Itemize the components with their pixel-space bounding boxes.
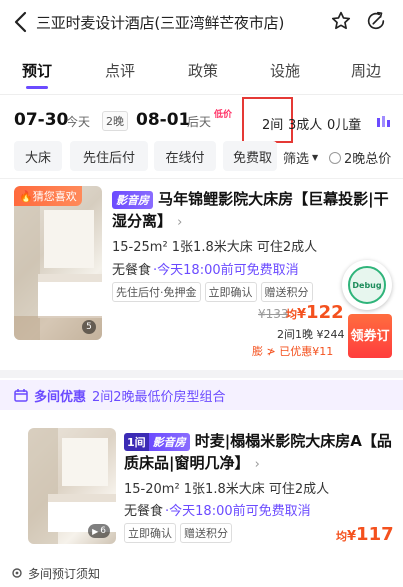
filter-chip-online-pay[interactable]: 在线付	[154, 141, 216, 171]
photo-count: 5	[82, 320, 96, 334]
divider	[0, 94, 403, 95]
photo-count: ▶ 6	[88, 524, 110, 538]
room2-meal: 无餐食	[124, 504, 164, 519]
room1-discount: 膨 ≯ 已优惠¥11	[252, 345, 334, 358]
room1-price: 均 ¥ 122	[286, 302, 344, 323]
room-photo-art	[14, 186, 102, 340]
tag: 立即确认	[124, 523, 176, 543]
checkout-date[interactable]: 08-01	[136, 110, 190, 130]
radio-icon	[329, 151, 341, 164]
price-prefix: 均	[286, 308, 297, 321]
chevron-right-icon: ›	[254, 457, 260, 472]
multi-booking-notice[interactable]: 多间预订须知	[10, 565, 100, 582]
room2-tags: 立即确认 赠送积分	[124, 523, 236, 543]
divider	[0, 178, 403, 179]
filter-label: 筛选	[283, 152, 310, 167]
low-price-tag: 低价	[214, 110, 233, 120]
debug-label: Debug	[348, 266, 386, 304]
room1-meal: 无餐食	[112, 263, 152, 278]
price-value: 122	[306, 302, 344, 323]
guess-like-label: 猜您喜欢	[32, 190, 77, 203]
adults-count[interactable]: 3成人	[288, 114, 322, 133]
filter-chip-bigbed[interactable]: 大床	[14, 141, 62, 171]
book-with-coupon-button[interactable]: 领券订	[348, 314, 392, 358]
room-type-badge: 影音房	[112, 191, 153, 209]
nights-badge: 2晚	[102, 111, 128, 131]
debug-float-button[interactable]: Debug	[342, 260, 392, 310]
room1-cancel-text: 今天18:00前可免费取消	[157, 263, 299, 278]
checkout-hint: 后天	[187, 115, 212, 129]
section-separator	[0, 370, 403, 378]
total-price-label: 2晚总价	[344, 152, 392, 167]
tab-reviews[interactable]: 点评	[105, 60, 135, 81]
hotel-title: 三亚时麦设计酒店(三亚湾鲜芒夜市店)	[36, 14, 285, 32]
room2-specs: 15-20m² 1张1.8米大床 可住2成人	[124, 482, 330, 497]
calendar-icon	[14, 389, 28, 402]
tab-bar: 预订 点评 政策 设施 周边	[0, 56, 403, 92]
share-icon[interactable]	[365, 10, 387, 32]
calendar-icon[interactable]	[376, 115, 390, 129]
room2-cancel-text: 今天18:00前可免费取消	[169, 504, 311, 519]
guess-like-badge: 🔥猜您喜欢	[14, 186, 82, 206]
caret-down-icon: ▼	[312, 153, 319, 162]
tag: 先住后付·免押金	[112, 282, 201, 302]
price-symbol: ¥	[347, 529, 357, 544]
room1-meal-cancel: 无餐食 ·今天18:00前可免费取消	[112, 259, 299, 278]
tag: 赠送积分	[180, 523, 232, 543]
price-value: 117	[356, 524, 394, 545]
room1-title[interactable]: 影音房 马年锦鲤影院大床房【巨幕投影|干湿分离】 ›	[112, 188, 394, 232]
children-count[interactable]: 0儿童	[327, 114, 361, 133]
star-icon[interactable]	[330, 10, 352, 32]
checkin-hint: 今天	[66, 115, 91, 129]
back-icon[interactable]	[10, 10, 34, 34]
play-icon: ▶	[92, 526, 99, 536]
filter-chip-free-cancel[interactable]: 免费取	[223, 141, 277, 171]
room2-cancel: ·今天18:00前可免费取消	[165, 504, 311, 519]
tag: 立即确认	[204, 282, 257, 302]
room2-title[interactable]: 1间 影音房 时麦|榻榻米影院大床房A【品质床品|窗明几净】 ›	[124, 430, 394, 474]
price-symbol: ¥	[297, 307, 307, 322]
room1-total: 2间1晚 ¥244	[277, 328, 345, 341]
total-price-toggle[interactable]: 2晚总价	[329, 148, 391, 167]
filter-chip-pay-later[interactable]: 先住后付	[70, 141, 148, 171]
photo-count-value: 6	[100, 526, 106, 536]
top-bar: 三亚时麦设计酒店(三亚湾鲜芒夜市店)	[0, 0, 403, 48]
room1-cancel: ·今天18:00前可免费取消	[153, 263, 299, 278]
checkin-date[interactable]: 07-30	[14, 110, 68, 130]
room-photo[interactable]: ▶ 6	[28, 428, 116, 544]
price-prefix: 均	[336, 530, 347, 543]
room1-name: 马年锦鲤影院大床房【巨幕投影|干湿分离】	[112, 190, 389, 230]
notice-label: 多间预订须知	[28, 567, 101, 581]
tab-booking[interactable]: 预订	[22, 60, 52, 81]
room1-specs: 15-25m² 1张1.8米大床 可住2成人	[112, 240, 318, 255]
room-type-badge: 影音房	[148, 433, 190, 451]
room-count-badge: 1间	[124, 433, 149, 451]
room2-price: 均 ¥ 117	[336, 524, 394, 545]
multi-room-title: 多间优惠	[34, 389, 87, 405]
room1-tags: 先住后付·免押金 立即确认 赠送积分	[112, 282, 317, 302]
multi-room-banner[interactable]: 多间优惠 2间2晚最低价房型组合	[0, 380, 403, 410]
active-tab-indicator	[26, 86, 48, 89]
filter-button[interactable]: 筛选 ▼	[283, 148, 318, 167]
tab-policy[interactable]: 政策	[188, 60, 218, 81]
multi-room-desc: 2间2晚最低价房型组合	[92, 389, 226, 405]
tag: 赠送积分	[260, 282, 313, 302]
chevron-right-icon: ›	[177, 215, 183, 230]
room2-meal-cancel: 无餐食 ·今天18:00前可免费取消	[124, 500, 311, 519]
original-price: ¥133	[258, 307, 289, 321]
tab-nearby[interactable]: 周边	[351, 60, 381, 81]
room-photo[interactable]: 🔥猜您喜欢 5	[14, 186, 102, 340]
location-pin-icon	[12, 567, 22, 578]
tab-facilities[interactable]: 设施	[270, 60, 300, 81]
rooms-count[interactable]: 2间	[262, 114, 283, 133]
